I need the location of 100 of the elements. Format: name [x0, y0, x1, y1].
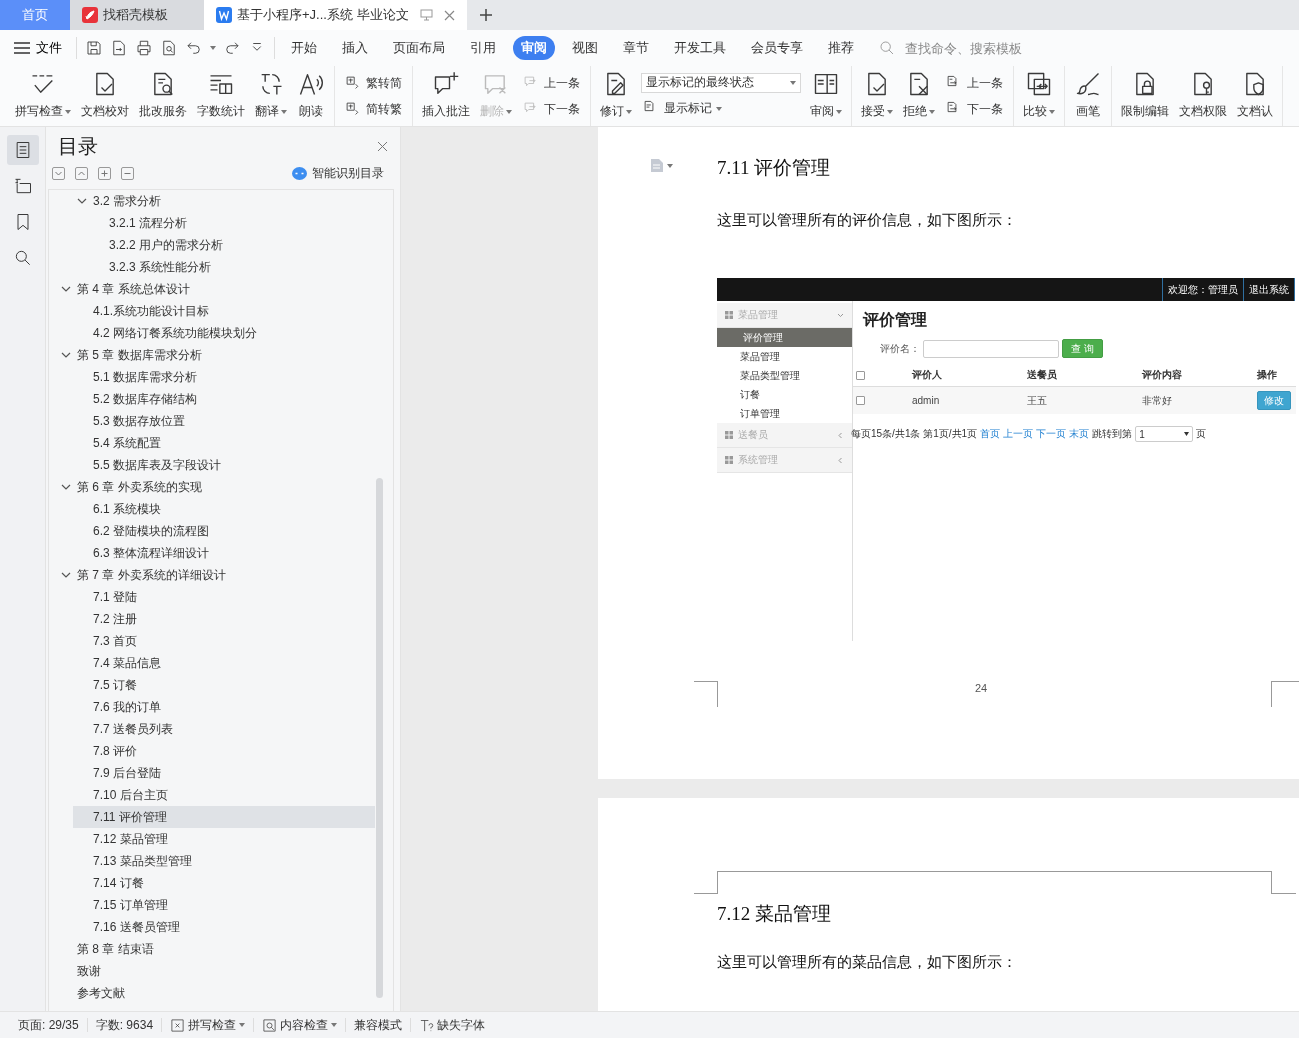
smart-toc-button[interactable]: 智能识别目录	[286, 164, 390, 183]
ribbon-tab[interactable]: 开始	[283, 36, 325, 60]
status-item[interactable]: 兼容模式	[346, 1016, 411, 1034]
toc-item[interactable]: 5.1 数据库需求分析	[73, 366, 375, 388]
save-icon[interactable]	[85, 39, 103, 57]
chevron-down-icon[interactable]	[61, 482, 71, 492]
pager-link[interactable]: 末页	[1069, 427, 1090, 441]
toc-item[interactable]: 4.2 网络订餐系统功能模块划分	[73, 322, 375, 344]
ribbon-button[interactable]: 限制编辑	[1116, 66, 1174, 126]
toc-item[interactable]: 致谢	[57, 960, 375, 982]
ribbon-button[interactable]: 拼写检查	[10, 66, 76, 126]
menu-item[interactable]: 订单管理	[717, 404, 852, 423]
toc-item[interactable]: 7.5 订餐	[73, 674, 375, 696]
ribbon-button[interactable]: 比较	[1018, 66, 1060, 126]
toc-item[interactable]: 4.1.系统功能设计目标	[73, 300, 375, 322]
toc-item[interactable]: 6.2 登陆模块的流程图	[73, 520, 375, 542]
toc-item[interactable]: 3.2.1 流程分析	[89, 212, 375, 234]
toc-item[interactable]: 5.4 系统配置	[73, 432, 375, 454]
undo-icon[interactable]	[185, 39, 203, 57]
menu-item[interactable]: 菜品类型管理	[717, 366, 852, 385]
menu-item[interactable]: 评价管理	[717, 328, 852, 347]
markup-dropdown[interactable]: 显示标记的最终状态	[641, 72, 801, 93]
toc-item[interactable]: 3.2.3 系统性能分析	[89, 256, 375, 278]
toc-item[interactable]: 7.15 订单管理	[73, 894, 375, 916]
sidebar-button[interactable]	[6, 135, 39, 165]
add-tab-icon[interactable]	[478, 8, 493, 22]
toc-item[interactable]: 7.11 评价管理	[73, 806, 375, 828]
toc-item[interactable]: 7.3 首页	[73, 630, 375, 652]
tab[interactable]: 基于小程序+J...系统 毕业论文	[204, 0, 467, 30]
status-item[interactable]: 拼写检查	[162, 1016, 254, 1034]
command-search-field[interactable]: 查找命令、搜索模板	[903, 39, 1047, 57]
toc-item[interactable]: 7.13 菜品类型管理	[73, 850, 375, 872]
chevron-down-icon[interactable]	[61, 350, 71, 360]
chevron-down-icon[interactable]	[77, 196, 87, 206]
toc-item[interactable]: 第 6 章 外卖系统的实现	[57, 476, 375, 498]
ribbon-button[interactable]: 繁转简	[343, 72, 404, 94]
file-menu[interactable]: 文件	[14, 39, 68, 57]
ribbon-button[interactable]: 上一条	[944, 72, 1005, 94]
document-arrow-icon[interactable]	[110, 39, 128, 57]
toc-item[interactable]: 6.3 整体流程详细设计	[73, 542, 375, 564]
ribbon-tab[interactable]: 插入	[334, 36, 376, 60]
toc-item[interactable]: 7.6 我的订单	[73, 696, 375, 718]
toc-item[interactable]: 7.16 送餐员管理	[73, 916, 375, 938]
ribbon-button[interactable]: 显示标记	[641, 98, 801, 120]
ribbon-button[interactable]: 批改服务	[134, 66, 192, 126]
toc-item[interactable]: 7.8 评价	[73, 740, 375, 762]
ribbon-tab[interactable]: 推荐	[820, 36, 862, 60]
toc-item[interactable]: 7.7 送餐员列表	[73, 718, 375, 740]
ribbon-tab[interactable]: 审阅	[513, 36, 555, 60]
toc-item[interactable]: 5.3 数据存放位置	[73, 410, 375, 432]
toc-item[interactable]: 7.14 订餐	[73, 872, 375, 894]
menu-item[interactable]: 订餐	[717, 385, 852, 404]
ribbon-tab[interactable]: 开发工具	[666, 36, 734, 60]
ribbon-button[interactable]: 修订	[595, 66, 637, 126]
ribbon-button[interactable]: 字数统计	[192, 66, 250, 126]
checkbox[interactable]	[856, 370, 865, 380]
ribbon-button[interactable]: 翻译	[250, 66, 292, 126]
toc-item[interactable]: 7.12 菜品管理	[73, 828, 375, 850]
pager-link[interactable]: 上一页	[1003, 427, 1034, 441]
minus-icon[interactable]	[121, 167, 134, 180]
pager-link[interactable]: 下一页	[1036, 427, 1067, 441]
page-select[interactable]: 1	[1135, 426, 1194, 442]
ribbon-tab[interactable]: 会员专享	[743, 36, 811, 60]
close-icon[interactable]	[443, 9, 455, 21]
checkbox[interactable]	[856, 396, 865, 405]
pager-link[interactable]: 首页	[980, 427, 1001, 441]
ribbon-tab[interactable]: 页面布局	[385, 36, 453, 60]
toc-item[interactable]: 第 8 章 结束语	[57, 938, 375, 960]
toc-item[interactable]: 7.9 后台登陆	[73, 762, 375, 784]
toc-item[interactable]: 第 7 章 外卖系统的详细设计	[57, 564, 375, 586]
header-link[interactable]: 退出系统	[1243, 278, 1295, 301]
print-icon[interactable]	[135, 39, 153, 57]
input-field[interactable]	[923, 339, 1059, 358]
ribbon-button[interactable]: 画笔	[1069, 66, 1107, 126]
print-preview-icon[interactable]	[160, 39, 178, 57]
status-item[interactable]: 内容检查	[254, 1016, 346, 1034]
toc-item[interactable]: 3.2.2 用户的需求分析	[89, 234, 375, 256]
toc-item[interactable]: 3.2 需求分析	[73, 190, 375, 212]
redo-icon[interactable]	[223, 39, 241, 57]
ribbon-button[interactable]: 审阅	[805, 66, 847, 126]
ribbon-button[interactable]: 文档校对	[76, 66, 134, 126]
toc-item[interactable]: 第 4 章 系统总体设计	[57, 278, 375, 300]
toc-item[interactable]: 5.5 数据库表及字段设计	[73, 454, 375, 476]
status-item[interactable]: 缺失字体	[411, 1016, 494, 1034]
toc-item[interactable]: 7.1 登陆	[73, 586, 375, 608]
menu-item[interactable]: 菜品管理	[717, 347, 852, 366]
ribbon-button[interactable]: 朗读	[292, 66, 330, 126]
toc-item[interactable]: 7.2 注册	[73, 608, 375, 630]
chevron-down-icon[interactable]	[61, 284, 71, 294]
ribbon-button[interactable]: 文档权限	[1174, 66, 1232, 126]
ribbon-tab[interactable]: 视图	[564, 36, 606, 60]
plus-icon[interactable]	[98, 167, 111, 180]
ribbon-button[interactable]: 文档认	[1232, 66, 1278, 126]
ribbon-button[interactable]: 拒绝	[898, 66, 940, 126]
toc-item[interactable]: 第 5 章 数据库需求分析	[57, 344, 375, 366]
toc-item[interactable]: 7.4 菜品信息	[73, 652, 375, 674]
scrollbar[interactable]	[376, 478, 383, 998]
ribbon-button[interactable]: 接受	[856, 66, 898, 126]
ribbon-tab[interactable]: 引用	[462, 36, 504, 60]
toc-item[interactable]: 参考文献	[57, 982, 375, 1004]
